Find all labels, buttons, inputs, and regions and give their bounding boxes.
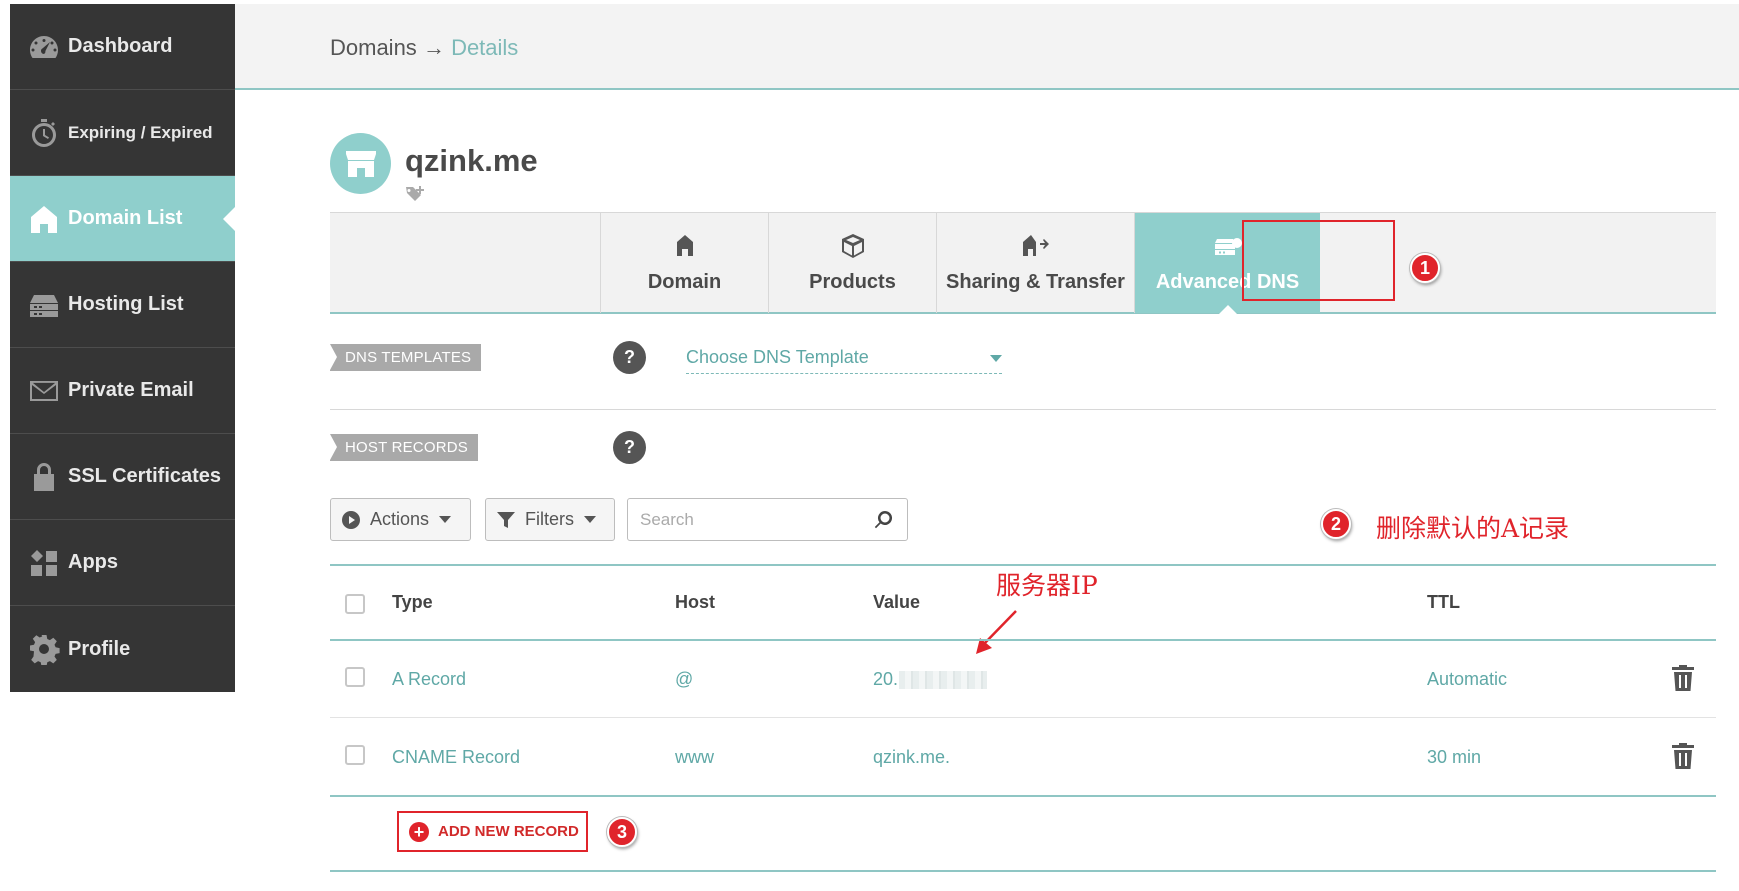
column-header-type[interactable]: Type	[392, 592, 433, 613]
sidebar: Dashboard Expiring / Expired Domain List…	[10, 4, 235, 692]
transfer-icon	[1021, 231, 1051, 261]
tab-label: Products	[809, 271, 896, 293]
redacted-ip-block	[899, 671, 988, 690]
chevron-down-icon	[439, 516, 452, 523]
chevron-down-icon	[584, 516, 596, 523]
record-ttl[interactable]: Automatic	[1427, 669, 1507, 690]
stopwatch-icon	[28, 117, 60, 149]
table-row: A Record @ 20. Automatic	[330, 641, 1716, 718]
top-bar: Domains → Details	[235, 4, 1739, 90]
sidebar-item-label: Private Email	[68, 379, 194, 401]
annotation-badge-2: 2	[1321, 509, 1351, 539]
host-records-help-button[interactable]: ?	[613, 431, 646, 464]
gauge-icon	[28, 31, 60, 63]
sidebar-item-profile[interactable]: Profile	[10, 606, 235, 692]
domain-store-icon	[330, 133, 391, 194]
add-new-record-label: ADD NEW RECORD	[438, 823, 579, 840]
tab-domain[interactable]: Domain	[600, 213, 768, 313]
table-row: CNAME Record www qzink.me. 30 min	[330, 719, 1716, 796]
table-rows-border	[330, 795, 1716, 797]
search-icon[interactable]	[873, 510, 893, 530]
sidebar-item-domain-list[interactable]: Domain List	[10, 176, 235, 262]
row-checkbox[interactable]	[345, 667, 365, 687]
actions-label: Actions	[370, 509, 430, 529]
sidebar-item-label: Hosting List	[68, 293, 184, 315]
annotation-badge-1: 1	[1410, 253, 1440, 283]
annotation-server-ip: 服务器IP	[996, 571, 1098, 600]
sidebar-item-private-email[interactable]: Private Email	[10, 348, 235, 434]
dns-icon	[1213, 231, 1243, 261]
tag-add-icon[interactable]	[405, 186, 425, 202]
dns-template-select[interactable]: Choose DNS Template	[686, 344, 1002, 374]
column-header-ttl[interactable]: TTL	[1427, 592, 1460, 613]
trash-icon[interactable]	[1672, 665, 1694, 691]
tab-sharing-transfer[interactable]: Sharing & Transfer	[936, 213, 1134, 313]
search-input[interactable]	[628, 499, 848, 540]
sidebar-item-expiring[interactable]: Expiring / Expired	[10, 90, 235, 176]
domain-tabs: Domain Products Sharing & Transfer Advan…	[330, 212, 1716, 314]
tab-products[interactable]: Products	[768, 213, 936, 313]
domain-name: qzink.me	[405, 143, 538, 178]
filters-label: Filters	[525, 509, 574, 529]
sidebar-item-label: Apps	[68, 551, 118, 573]
trash-icon[interactable]	[1672, 743, 1694, 769]
annotation-badge-3: 3	[607, 817, 637, 847]
annotation-delete-note: 删除默认的A记录	[1376, 514, 1570, 543]
sidebar-item-label: SSL Certificates	[68, 465, 222, 487]
sidebar-item-label: Profile	[68, 637, 131, 660]
play-circle-icon	[342, 510, 360, 529]
record-host[interactable]: www	[675, 747, 714, 768]
home-icon	[28, 203, 60, 235]
sidebar-item-label: Dashboard	[68, 35, 173, 57]
column-header-value[interactable]: Value	[873, 592, 920, 613]
record-host[interactable]: @	[675, 669, 693, 690]
filters-dropdown[interactable]: Filters	[485, 498, 615, 541]
server-icon	[28, 289, 60, 321]
record-type[interactable]: A Record	[392, 669, 466, 690]
record-value[interactable]: qzink.me.	[873, 747, 950, 768]
column-header-host[interactable]: Host	[675, 592, 715, 613]
sidebar-item-dashboard[interactable]: Dashboard	[10, 4, 235, 90]
host-records-label: HOST RECORDS	[330, 434, 478, 461]
record-value[interactable]: 20.	[873, 669, 988, 690]
record-value-text: 20.	[873, 669, 899, 689]
record-ttl[interactable]: 30 min	[1427, 747, 1481, 768]
dns-template-select-value: Choose DNS Template	[686, 347, 869, 367]
sidebar-item-ssl[interactable]: SSL Certificates	[10, 434, 235, 520]
sidebar-item-apps[interactable]: Apps	[10, 520, 235, 606]
search-box	[627, 498, 908, 541]
section-divider	[330, 409, 1716, 410]
sidebar-item-label: Domain List	[68, 207, 183, 229]
breadcrumb: Domains → Details	[330, 35, 518, 61]
envelope-icon	[28, 375, 60, 407]
actions-dropdown[interactable]: Actions	[330, 498, 471, 541]
breadcrumb-root[interactable]: Domains	[330, 35, 417, 60]
home-icon	[670, 231, 700, 261]
sidebar-item-label: Expiring / Expired	[68, 122, 213, 142]
apps-icon	[28, 547, 60, 579]
tab-label: Sharing & Transfer	[946, 271, 1125, 293]
highlight-box-advanced-dns	[1242, 220, 1395, 301]
chevron-down-icon	[990, 355, 1002, 362]
lock-icon	[28, 461, 60, 493]
record-type[interactable]: CNAME Record	[392, 747, 520, 768]
gear-icon	[28, 633, 60, 667]
breadcrumb-current: Details	[451, 35, 519, 60]
box-icon	[838, 231, 868, 261]
table-bottom-border	[330, 870, 1716, 872]
breadcrumb-separator: →	[422, 35, 445, 60]
add-new-record-button[interactable]: + ADD NEW RECORD	[397, 811, 588, 852]
dns-templates-label: DNS TEMPLATES	[330, 344, 482, 371]
plus-circle-icon: +	[409, 821, 429, 842]
row-checkbox[interactable]	[345, 745, 365, 765]
tab-label: Domain	[647, 271, 722, 293]
sidebar-item-hosting-list[interactable]: Hosting List	[10, 262, 235, 348]
dns-templates-help-button[interactable]: ?	[613, 341, 646, 374]
select-all-checkbox[interactable]	[345, 594, 365, 614]
filter-icon	[497, 511, 515, 528]
